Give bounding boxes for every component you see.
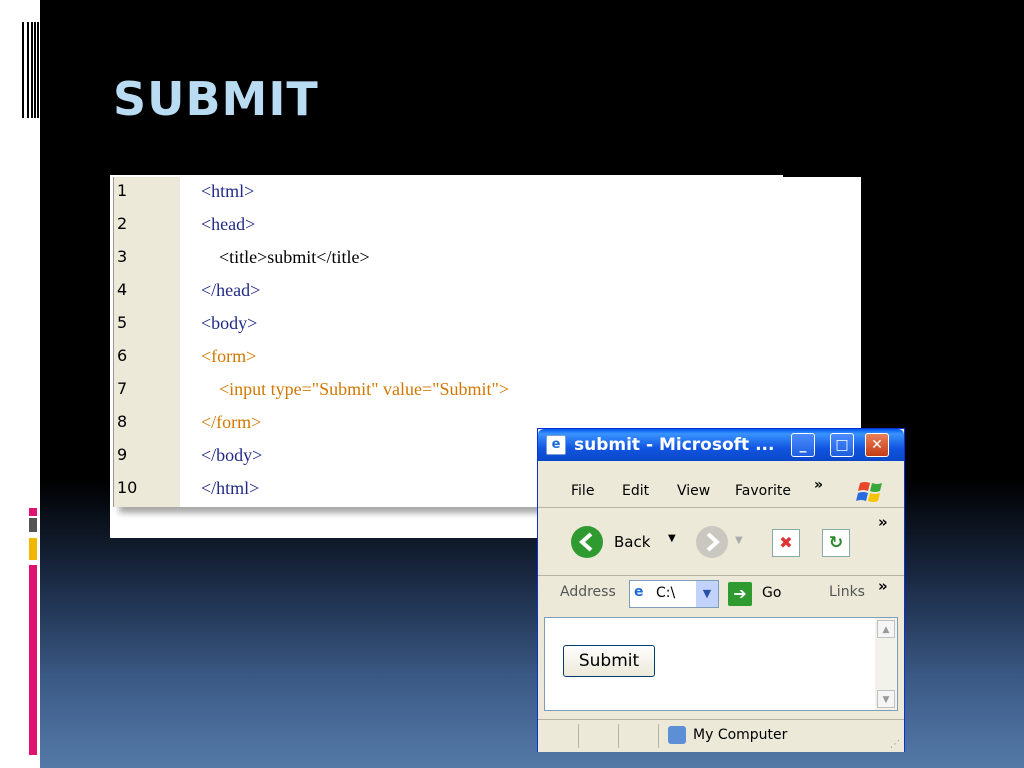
window-title: submit - Microsoft ... (574, 435, 775, 455)
menu-edit[interactable]: Edit (622, 483, 649, 499)
code-line: <body> (201, 313, 258, 333)
vertical-scrollbar[interactable]: ▲ ▼ (875, 618, 897, 710)
line-number: 5 (117, 313, 128, 332)
links-label[interactable]: Links (829, 584, 865, 600)
windows-logo-icon (856, 477, 886, 507)
resize-grip-icon[interactable]: ⋰ (890, 739, 900, 750)
go-arrow-icon: ➔ (728, 582, 752, 606)
title-bar[interactable]: e submit - Microsoft ... _ □ ✕ (538, 429, 904, 461)
left-decor-strip (0, 0, 40, 768)
dropdown-arrow-icon: ▼ (668, 533, 676, 544)
address-value: C:\ (656, 585, 676, 601)
back-arrow-icon (571, 526, 603, 558)
menu-favorites[interactable]: Favorite (735, 483, 791, 499)
address-dropdown-icon[interactable]: ▼ (696, 581, 718, 607)
code-line: </html> (201, 478, 260, 498)
line-number-gutter: 1 2 3 4 5 6 7 8 9 10 (114, 177, 180, 507)
scroll-up-button[interactable]: ▲ (877, 620, 895, 638)
line-number: 10 (117, 478, 138, 497)
forward-dropdown-icon[interactable]: ▼ (735, 535, 743, 546)
chevron-down-icon: ▼ (882, 695, 890, 705)
address-field[interactable]: e C:\ ▼ (629, 580, 719, 608)
maximize-icon: □ (835, 437, 849, 453)
accent-bar-3 (29, 538, 37, 560)
status-zone: My Computer (693, 727, 788, 743)
refresh-button[interactable]: ↻ (822, 529, 850, 557)
code-line: </body> (201, 445, 263, 465)
scroll-down-button[interactable]: ▼ (877, 690, 895, 708)
line-number: 3 (117, 247, 128, 266)
menu-file[interactable]: File (571, 483, 594, 499)
toolbar-more[interactable]: » (878, 513, 888, 531)
page-content-area: Submit ▲ ▼ (544, 617, 898, 711)
line-number: 4 (117, 280, 128, 299)
close-icon: ✕ (871, 437, 883, 453)
minimize-button[interactable]: _ (791, 433, 815, 457)
accent-bar-2 (29, 518, 37, 532)
close-button[interactable]: ✕ (865, 433, 889, 457)
computer-icon (668, 726, 686, 744)
menu-view[interactable]: View (677, 483, 710, 499)
refresh-icon: ↻ (828, 533, 844, 553)
status-bar: My Computer ⋰ (538, 719, 904, 752)
chevron-up-icon: ▲ (882, 625, 890, 635)
code-line: </form> (201, 412, 262, 432)
slide-title: SUBMIT (113, 72, 319, 126)
line-number: 6 (117, 346, 128, 365)
menu-more[interactable]: » (814, 477, 823, 493)
line-number: 1 (117, 181, 128, 200)
code-line: <head> (201, 214, 256, 234)
code-line: </head> (201, 280, 261, 300)
minimize-icon: _ (799, 437, 807, 453)
ie-page-icon: e (634, 584, 644, 600)
line-number: 2 (117, 214, 128, 233)
maximize-button[interactable]: □ (830, 433, 854, 457)
line-number: 9 (117, 445, 128, 464)
stop-icon: ✖ (779, 533, 793, 552)
address-label: Address (560, 584, 616, 600)
back-label: Back (614, 533, 651, 551)
submit-button[interactable]: Submit (563, 645, 655, 677)
links-more[interactable]: » (878, 577, 888, 595)
forward-arrow-icon (696, 526, 728, 558)
line-number: 7 (117, 379, 128, 398)
accent-bar-1 (29, 508, 37, 516)
accent-bar-4 (29, 565, 37, 755)
go-label: Go (762, 585, 782, 601)
code-line: <title>submit</title> (201, 247, 370, 267)
code-line: <html> (201, 181, 255, 201)
forward-button[interactable] (695, 525, 729, 559)
stop-button[interactable]: ✖ (772, 529, 800, 557)
ie-page-icon: e (546, 435, 566, 455)
line-number: 8 (117, 412, 128, 431)
browser-window: e submit - Microsoft ... _ □ ✕ File Edit… (537, 428, 905, 752)
code-line: <form> (201, 346, 257, 366)
code-line: <input type="Submit" value="Submit"> (201, 379, 509, 399)
